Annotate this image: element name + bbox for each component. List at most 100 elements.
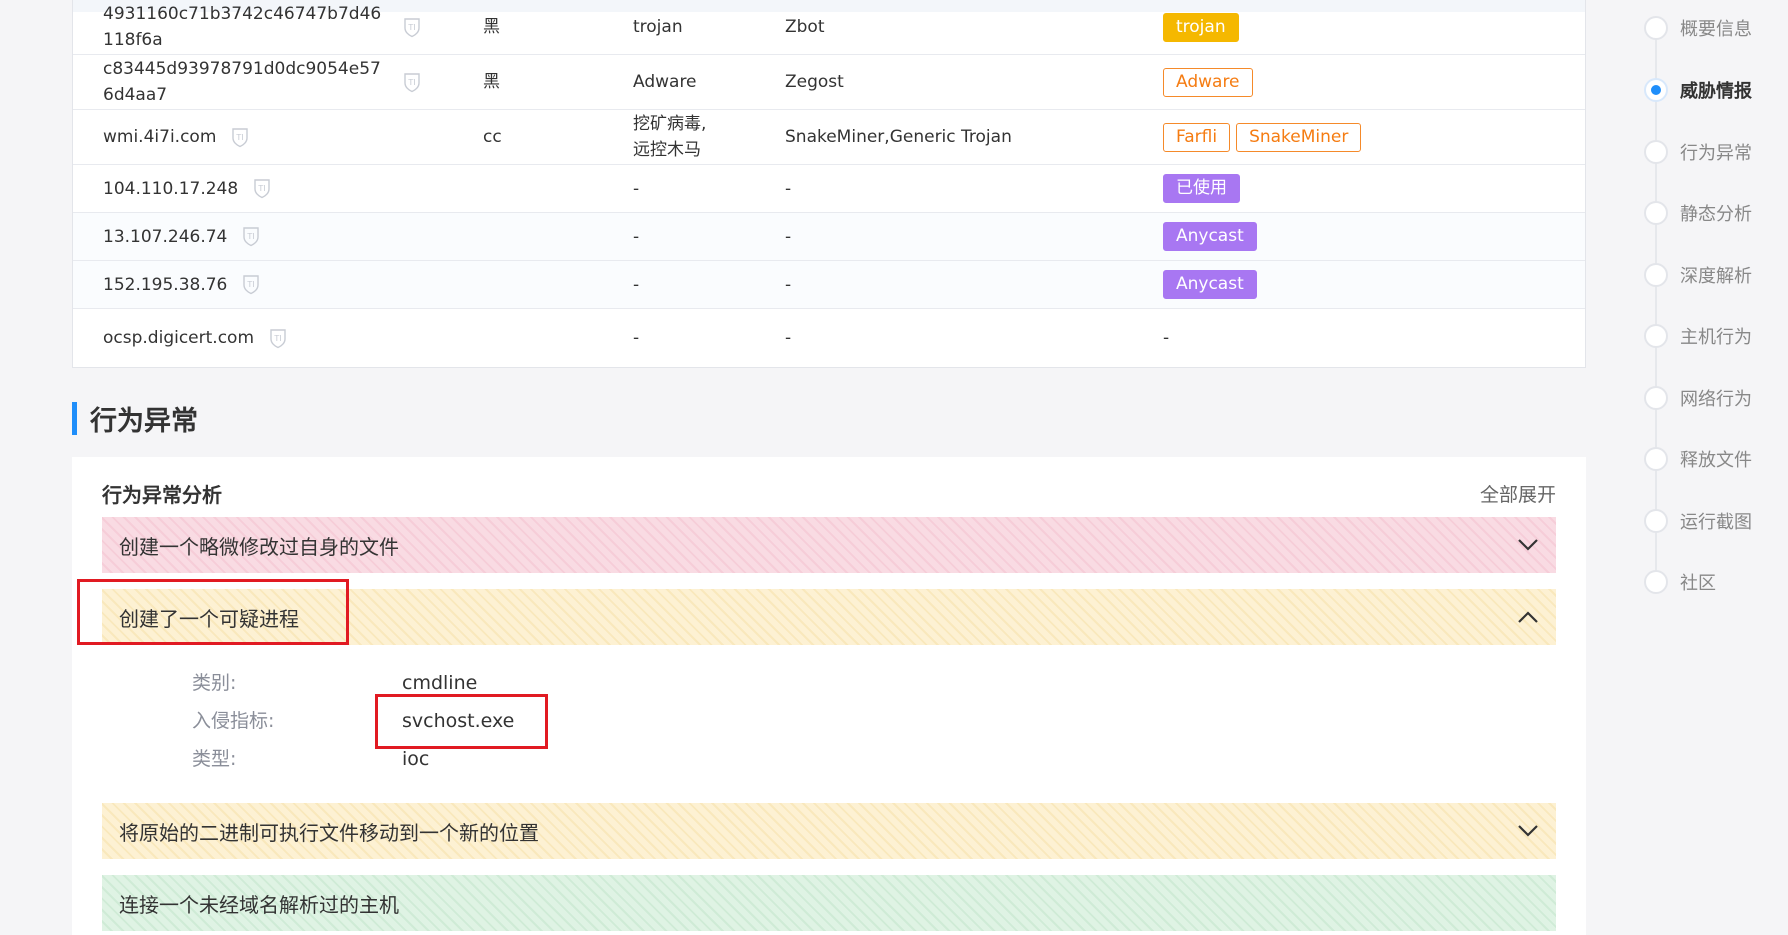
nav-dot-icon	[1644, 263, 1668, 287]
nav-item-behavior-anomaly[interactable]: 行为异常	[1630, 136, 1788, 166]
behavior-item[interactable]: 创建一个略微修改过自身的文件	[102, 517, 1556, 573]
table-row: wmi.4i7i.com TI cc 挖矿病毒, 远控木马 SnakeMiner,…	[73, 110, 1585, 165]
ioc-value[interactable]: ocsp.digicert.com	[103, 325, 254, 351]
annotation-highlight-box	[77, 579, 349, 645]
ioc-tags: Farfli SnakeMiner	[1163, 110, 1563, 164]
ioc-color	[483, 309, 583, 367]
table-row: ocsp.digicert.com TI - - -	[73, 309, 1585, 367]
ioc-type: -	[633, 328, 640, 348]
nav-item-deep-analysis[interactable]: 深度解析	[1630, 259, 1788, 289]
chevron-down-icon[interactable]	[1514, 817, 1542, 845]
nav-item-community[interactable]: 社区	[1630, 566, 1788, 596]
nav-item-threat-intel[interactable]: 威胁情报	[1630, 74, 1788, 104]
ioc-value[interactable]: 13.107.246.74	[103, 224, 227, 250]
ioc-type: -	[633, 178, 640, 199]
ioc-value[interactable]: wmi.4i7i.com	[103, 124, 216, 150]
nav-item-label: 主机行为	[1680, 327, 1752, 348]
nav-dot-icon	[1644, 140, 1668, 164]
nav-dot-icon	[1644, 386, 1668, 410]
behavior-item[interactable]: 将原始的二进制可执行文件移动到一个新的位置	[102, 803, 1556, 859]
nav-item-network-behavior[interactable]: 网络行为	[1630, 382, 1788, 412]
side-nav: 概要信息 威胁情报 行为异常 静态分析 深度解析 主机行为 网络行为 释放文件 …	[1630, 12, 1788, 612]
table-row: 152.195.38.76 TI - - Anycast	[73, 261, 1585, 309]
ioc-color: 黑	[483, 17, 500, 37]
threat-tag[interactable]: Anycast	[1163, 270, 1257, 299]
table-row: 104.110.17.248 TI - - 已使用	[73, 165, 1585, 213]
ioc-family: -	[785, 274, 792, 295]
ioc-value[interactable]: 104.110.17.248	[103, 176, 238, 202]
section-accent-bar	[72, 402, 77, 435]
ioc-color: cc	[483, 127, 502, 147]
threat-tag[interactable]: Farfli	[1163, 122, 1231, 152]
ioc-color	[483, 261, 583, 308]
nav-dot-active-icon	[1644, 78, 1668, 102]
chevron-up-icon[interactable]	[1514, 603, 1542, 631]
svg-text:TI: TI	[236, 133, 244, 142]
nav-item-label: 社区	[1680, 573, 1716, 594]
nav-item-label: 深度解析	[1680, 266, 1752, 287]
ioc-value[interactable]: 152.195.38.76	[103, 272, 227, 298]
behavior-item-label: 连接一个未经域名解析过的主机	[119, 892, 399, 917]
ioc-tags: Anycast	[1163, 213, 1563, 260]
nav-item-label: 网络行为	[1680, 389, 1752, 410]
ioc-tags: 已使用	[1163, 165, 1563, 212]
ti-shield-icon[interactable]: TI	[402, 72, 422, 93]
ti-shield-icon[interactable]: TI	[241, 226, 261, 247]
threat-tag[interactable]: Adware	[1163, 67, 1253, 97]
behavior-item-label: 将原始的二进制可执行文件移动到一个新的位置	[119, 820, 539, 845]
expand-all-button[interactable]: 全部展开	[1480, 480, 1556, 507]
svg-text:TI: TI	[258, 184, 266, 193]
threat-tag[interactable]: 已使用	[1163, 174, 1240, 203]
nav-item-label: 行为异常	[1680, 143, 1752, 164]
threat-tag[interactable]: trojan	[1163, 12, 1239, 42]
ioc-value[interactable]: c83445d93978791d0dc9054e576d4aa7	[103, 56, 388, 108]
ti-shield-icon[interactable]: TI	[268, 328, 288, 349]
nav-dot-icon	[1644, 570, 1668, 594]
nav-dot-icon	[1644, 201, 1668, 225]
behavior-card-header: 行为异常分析 全部展开	[102, 473, 1556, 513]
threat-tag[interactable]: Anycast	[1163, 222, 1257, 251]
nav-item-static-analysis[interactable]: 静态分析	[1630, 197, 1788, 227]
ioc-table: 4931160c71b3742c46747b7d46118f6a TI 黑 tro…	[72, 0, 1586, 368]
nav-dot-icon	[1644, 509, 1668, 533]
behavior-item-label: 创建一个略微修改过自身的文件	[119, 534, 399, 559]
detail-value: cmdline	[402, 672, 478, 694]
chevron-down-icon[interactable]	[1514, 531, 1542, 559]
ioc-tags: Anycast	[1163, 261, 1563, 308]
ioc-family: -	[785, 226, 792, 247]
svg-text:TI: TI	[247, 280, 255, 289]
ti-shield-icon[interactable]: TI	[241, 274, 261, 295]
table-row: 4931160c71b3742c46747b7d46118f6a TI 黑 tro…	[73, 0, 1585, 55]
nav-item-label: 运行截图	[1680, 512, 1752, 533]
ioc-tags: trojan	[1163, 0, 1563, 54]
table-row: c83445d93978791d0dc9054e576d4aa7 TI 黑 Adw…	[73, 55, 1585, 110]
nav-dot-icon	[1644, 447, 1668, 471]
ioc-value[interactable]: 4931160c71b3742c46747b7d46118f6a	[103, 1, 388, 53]
report-main: 4931160c71b3742c46747b7d46118f6a TI 黑 tro…	[0, 0, 1600, 935]
nav-item-label: 静态分析	[1680, 204, 1752, 225]
ti-shield-icon[interactable]: TI	[252, 178, 272, 199]
nav-item-label: 释放文件	[1680, 450, 1752, 471]
nav-item-dropped-files[interactable]: 释放文件	[1630, 443, 1788, 473]
ioc-family: Zbot	[785, 17, 825, 37]
ioc-color	[483, 165, 583, 212]
ioc-type: trojan	[633, 17, 683, 37]
section-heading: 行为异常	[72, 402, 198, 437]
ti-shield-icon[interactable]: TI	[230, 127, 250, 148]
behavior-item[interactable]: 连接一个未经域名解析过的主机	[102, 875, 1556, 931]
nav-item-summary[interactable]: 概要信息	[1630, 12, 1788, 42]
svg-text:TI: TI	[407, 78, 415, 87]
nav-item-screenshots[interactable]: 运行截图	[1630, 505, 1788, 535]
nav-dot-icon	[1644, 324, 1668, 348]
ti-shield-icon[interactable]: TI	[402, 17, 422, 38]
threat-tag[interactable]: SnakeMiner	[1236, 122, 1362, 152]
behavior-card-title: 行为异常分析	[102, 482, 222, 507]
ioc-type: -	[633, 226, 640, 247]
detail-key: 入侵指标:	[192, 710, 275, 732]
detail-key: 类型:	[192, 748, 237, 770]
ioc-type: Adware	[633, 72, 697, 92]
svg-text:TI: TI	[273, 334, 281, 343]
ioc-family: -	[785, 178, 792, 199]
detail-key: 类别:	[192, 672, 237, 694]
nav-item-host-behavior[interactable]: 主机行为	[1630, 320, 1788, 350]
